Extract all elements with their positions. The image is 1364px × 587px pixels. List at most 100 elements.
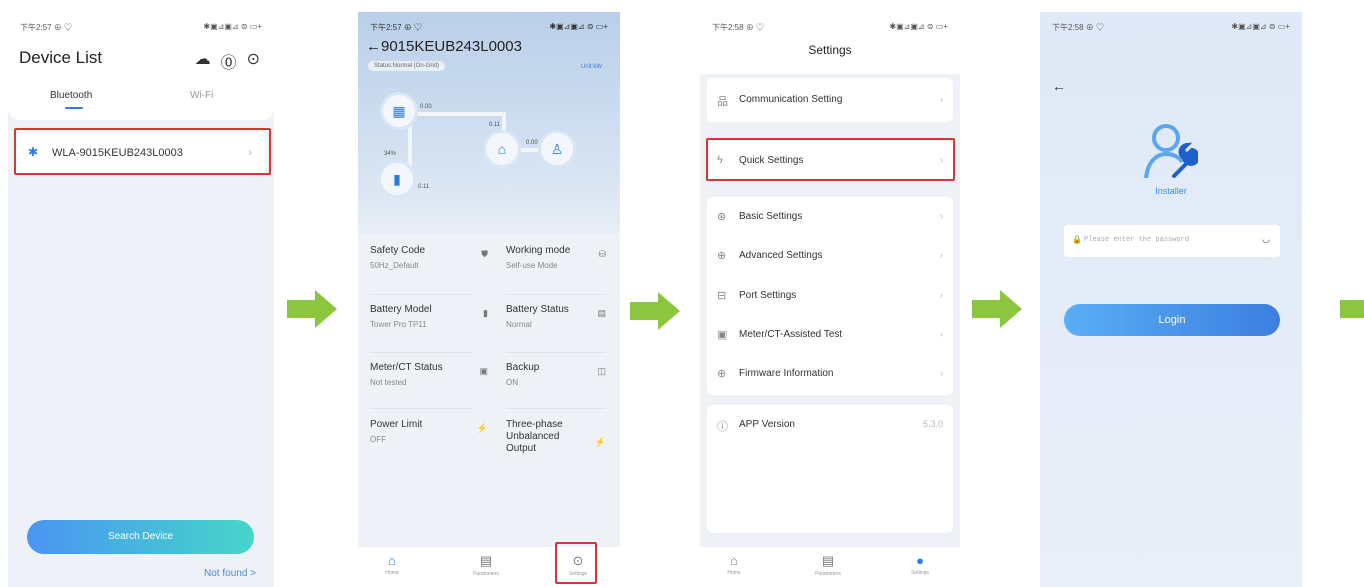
status-bar: 下午2:57 ⊕ ♡ ✱▣⊿▣⊿ ⊜ ▭+ bbox=[20, 22, 262, 33]
document-icon: ▤ bbox=[821, 553, 835, 568]
status-time: 下午2:57 ⊕ ♡ bbox=[20, 23, 73, 32]
backup-icon: ◫ bbox=[597, 366, 606, 376]
grid-tower-icon: ♙ bbox=[538, 130, 576, 168]
status-icons: ✱▣⊿▣⊿ ⊜ ▭+ bbox=[1231, 22, 1290, 31]
meter-ct-test-item[interactable]: ▣ Meter/CT-Assisted Test › bbox=[707, 315, 953, 355]
port-settings-item[interactable]: ⊟ Port Settings › bbox=[707, 276, 953, 316]
info-icon: ⓘ bbox=[717, 421, 728, 433]
arrow-right-icon bbox=[287, 290, 337, 328]
password-placeholder: Please enter the password bbox=[1084, 236, 1190, 244]
status-icons: ✱▣⊿▣⊿ ⊜ ▭+ bbox=[203, 22, 262, 31]
pv-value: 0.00 bbox=[420, 104, 432, 110]
safety-code-card[interactable]: Safety Code 50Hz_Default ⛊ bbox=[370, 245, 488, 301]
arrow-right-icon bbox=[1340, 300, 1364, 318]
installer-avatar-icon bbox=[1144, 124, 1198, 179]
status-badge: Status:Normal (On-Grid) bbox=[368, 61, 446, 71]
arrow-right-icon bbox=[972, 290, 1022, 328]
app-version-item: ⓘ APP Version 5.3.0 bbox=[717, 419, 943, 433]
role-label: Installer bbox=[1155, 186, 1187, 196]
mode-icon: ⛁ bbox=[598, 249, 606, 259]
backup-card[interactable]: Backup ON ◫ bbox=[506, 362, 606, 418]
settings-screen: 下午2:58 ⊕ ♡ ✱▣⊿▣⊿ ⊜ ▭+ Settings 品 Communi… bbox=[700, 12, 960, 587]
battery-icon: ▮ bbox=[378, 160, 416, 198]
battery-icon: ▮ bbox=[483, 308, 488, 318]
chevron-right-icon: › bbox=[940, 368, 943, 378]
working-mode-card[interactable]: Working mode Self-use Mode ⛁ bbox=[506, 245, 606, 301]
port-icon: ⊟ bbox=[717, 290, 727, 302]
device-overview-screen: 下午2:57 ⊕ ♡ ✱▣⊿▣⊿ ⊜ ▭+ ←9015KEUB243L0003 … bbox=[358, 12, 620, 587]
shield-icon: ⛊ bbox=[481, 249, 488, 259]
back-arrow-icon[interactable]: ← bbox=[1052, 78, 1066, 94]
arrow-right-icon bbox=[630, 292, 680, 330]
three-phase-icon: ⚡ bbox=[594, 437, 606, 447]
firmware-information-item[interactable]: ⊕ Firmware Information › bbox=[707, 354, 953, 394]
app-version-value: 5.3.0 bbox=[922, 419, 943, 429]
nav-home[interactable]: ⌂ Home bbox=[372, 553, 412, 576]
load-value: 0.00 bbox=[526, 140, 538, 146]
status-bar: 下午2:58 ⊕ ♡ ✱▣⊿▣⊿ ⊜ ▭+ bbox=[712, 22, 948, 33]
status-bar: 下午2:57 ⊕ ♡ ✱▣⊿▣⊿ ⊜ ▭+ bbox=[370, 22, 608, 33]
eye-hidden-icon[interactable]: ◡ bbox=[1262, 234, 1270, 245]
nav-parameters[interactable]: ▤ Parameters bbox=[808, 553, 848, 577]
nav-settings[interactable]: ● Settings bbox=[900, 553, 940, 576]
tab-wifi[interactable]: Wi-Fi bbox=[190, 90, 213, 101]
meter-icon: ▣ bbox=[717, 329, 728, 341]
status-time: 下午2:57 ⊕ ♡ bbox=[370, 23, 423, 32]
more-icon: ● bbox=[916, 553, 924, 568]
cloud-icon[interactable]: ☁ bbox=[195, 49, 211, 73]
highlight-box bbox=[14, 128, 271, 175]
nav-parameters[interactable]: ▤ Parameters bbox=[466, 553, 506, 577]
basic-settings-item[interactable]: ⊛ Basic Settings › bbox=[707, 197, 953, 237]
status-time: 下午2:58 ⊕ ♡ bbox=[712, 23, 765, 32]
help-icon[interactable]: ⓪ bbox=[221, 49, 237, 73]
highlight-box bbox=[555, 542, 597, 584]
three-phase-card[interactable]: Three-phase Unbalanced Output ⚡ bbox=[506, 419, 606, 475]
chevron-right-icon: › bbox=[940, 329, 943, 339]
tab-bluetooth[interactable]: Bluetooth bbox=[50, 90, 92, 109]
settings-card: ⓘ APP Version 5.3.0 bbox=[707, 405, 953, 533]
chevron-right-icon: › bbox=[940, 94, 943, 104]
highlight-box bbox=[706, 138, 955, 181]
page-title: Settings bbox=[808, 43, 852, 57]
battery-percent: 34% bbox=[384, 151, 397, 157]
communication-setting-item[interactable]: 品 Communication Setting › bbox=[707, 80, 953, 120]
search-device-button[interactable]: Search Device bbox=[27, 520, 254, 554]
lock-icon: 🔒 bbox=[1072, 235, 1082, 244]
chevron-right-icon: › bbox=[940, 211, 943, 221]
chevron-right-icon: › bbox=[940, 290, 943, 300]
house-icon: ⌂ bbox=[483, 130, 521, 168]
network-icon: 品 bbox=[717, 96, 728, 108]
settings-card: 品 Communication Setting › bbox=[707, 78, 953, 122]
password-field[interactable]: 🔒 Please enter the password ◡ bbox=[1064, 225, 1280, 257]
power-limit-icon: ⚡ bbox=[476, 423, 488, 433]
login-button[interactable]: Login bbox=[1064, 304, 1280, 336]
grid-value: 0.11 bbox=[489, 122, 501, 128]
header-actions: ☁ ⓪ ⊙ bbox=[195, 49, 260, 73]
not-found-link[interactable]: Not found > bbox=[204, 568, 256, 579]
nav-home[interactable]: ⌂ Home bbox=[714, 553, 754, 576]
bottom-navigation: ⌂ Home ▤ Parameters ● Settings bbox=[700, 547, 960, 587]
status-bar: 下午2:58 ⊕ ♡ ✱▣⊿▣⊿ ⊜ ▭+ bbox=[1052, 22, 1290, 33]
battery-status-icon: ▤ bbox=[597, 308, 606, 318]
device-list-screen: 下午2:57 ⊕ ♡ ✱▣⊿▣⊿ ⊜ ▭+ Device List ☁ ⓪ ⊙ … bbox=[8, 12, 274, 587]
chevron-right-icon: › bbox=[940, 250, 943, 260]
more-icon[interactable]: ⊙ bbox=[247, 49, 260, 73]
settings-icon: ⊛ bbox=[717, 211, 727, 223]
settings-card: ⊛ Basic Settings › ⊕ Advanced Settings ›… bbox=[707, 197, 953, 395]
status-icons: ✱▣⊿▣⊿ ⊜ ▭+ bbox=[549, 22, 608, 31]
meter-ct-status-card[interactable]: Meter/CT Status Not tested ▣ bbox=[370, 362, 488, 418]
firmware-icon: ⊕ bbox=[717, 368, 727, 380]
solar-panel-icon: ▦ bbox=[380, 92, 418, 130]
advanced-icon: ⊕ bbox=[717, 250, 727, 262]
document-icon: ▤ bbox=[479, 553, 493, 568]
page-title[interactable]: ←9015KEUB243L0003 bbox=[366, 38, 522, 55]
power-limit-card[interactable]: Power Limit OFF ⚡ bbox=[370, 419, 488, 475]
home-icon: ⌂ bbox=[730, 553, 738, 568]
home-icon: ⌂ bbox=[388, 553, 396, 568]
status-time: 下午2:58 ⊕ ♡ bbox=[1052, 23, 1105, 32]
page-title: Device List bbox=[19, 48, 103, 67]
unit-label: Unit:kW bbox=[581, 64, 602, 70]
advanced-settings-item[interactable]: ⊕ Advanced Settings › bbox=[707, 236, 953, 276]
battery-value: 0.11 bbox=[418, 184, 430, 190]
installer-login-screen: 下午2:58 ⊕ ♡ ✱▣⊿▣⊿ ⊜ ▭+ ← Installer 🔒 Plea… bbox=[1040, 12, 1302, 587]
